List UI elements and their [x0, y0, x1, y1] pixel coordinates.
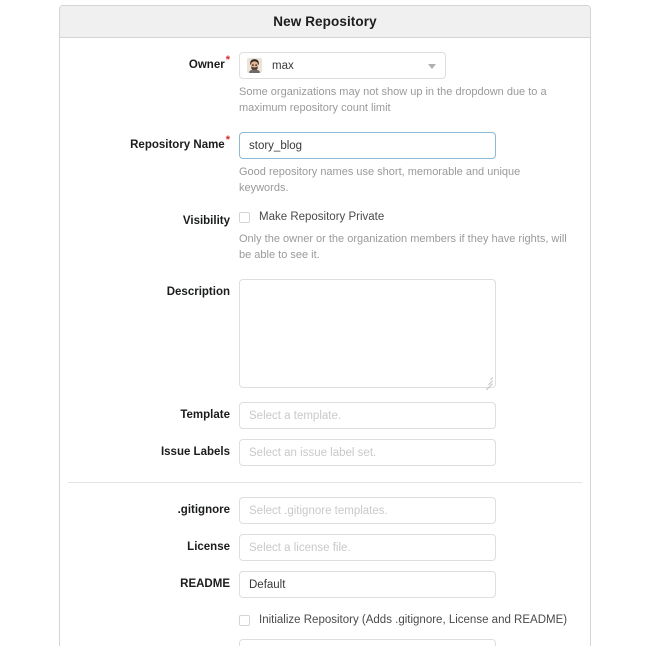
owner-dropdown[interactable]: max	[239, 52, 446, 79]
page-root: New Repository Owner* max Some organizat…	[0, 0, 660, 646]
license-input[interactable]	[239, 534, 496, 561]
initialize-checkbox[interactable]	[239, 614, 250, 626]
user-avatar-image	[247, 58, 262, 73]
field-issue-labels: Issue Labels	[60, 439, 590, 466]
chevron-down-icon	[428, 64, 436, 69]
owner-hint: Some organizations may not show up in th…	[239, 86, 547, 114]
resize-handle-icon[interactable]	[483, 375, 493, 391]
field-template: Template	[60, 402, 590, 429]
readme-label: README	[180, 578, 230, 590]
make-private-checkbox-row[interactable]: Make Repository Private	[239, 208, 582, 226]
template-input[interactable]	[239, 402, 496, 429]
field-gitignore: .gitignore	[60, 497, 590, 524]
make-private-checkbox[interactable]	[239, 211, 250, 223]
repository-form: Owner* max Some organizations may not sh…	[60, 38, 590, 646]
license-label: License	[187, 541, 230, 553]
field-owner: Owner* max Some organizations may not sh…	[60, 52, 590, 116]
make-private-label: Make Repository Private	[259, 211, 385, 223]
page-title: New Repository	[273, 14, 377, 29]
owner-label-text: Owner	[188, 59, 225, 71]
visibility-label: Visibility	[182, 215, 230, 227]
initialize-label: Initialize Repository (Adds .gitignore, …	[259, 614, 568, 626]
repository-name-label-text: Repository Name	[130, 139, 225, 151]
section-divider	[68, 482, 582, 483]
issue-labels-input[interactable]	[239, 439, 496, 466]
owner-value: max	[272, 59, 294, 72]
field-initialize: Initialize Repository (Adds .gitignore, …	[60, 611, 590, 629]
new-repository-card: New Repository Owner* max Some organizat…	[59, 5, 591, 646]
repository-name-label: Repository Name*	[60, 132, 239, 159]
initialize-checkbox-row[interactable]: Initialize Repository (Adds .gitignore, …	[239, 611, 582, 629]
default-branch-label: Default Branch	[60, 639, 239, 646]
owner-required-marker: *	[225, 54, 230, 67]
repository-name-hint: Good repository names use short, memorab…	[239, 166, 521, 194]
gitignore-label: .gitignore	[177, 504, 230, 516]
description-label: Description	[166, 286, 230, 298]
field-readme: README	[60, 571, 590, 598]
readme-input[interactable]	[239, 571, 496, 598]
repository-name-required-marker: *	[225, 134, 230, 147]
gitignore-input[interactable]	[239, 497, 496, 524]
repository-name-input[interactable]	[239, 132, 496, 159]
card-header: New Repository	[60, 6, 590, 38]
field-repository-name: Repository Name* Good repository names u…	[60, 132, 590, 196]
visibility-hint: Only the owner or the organization membe…	[239, 233, 567, 261]
field-license: License	[60, 534, 590, 561]
issue-labels-label: Issue Labels	[160, 446, 230, 458]
default-branch-input[interactable]	[239, 639, 496, 646]
description-textarea[interactable]	[239, 279, 496, 391]
field-description: Description	[60, 279, 590, 391]
owner-label: Owner*	[60, 52, 239, 79]
template-label: Template	[180, 409, 230, 421]
field-default-branch: Default Branch	[60, 639, 590, 646]
field-visibility: Visibility Make Repository Private Only …	[60, 208, 590, 263]
